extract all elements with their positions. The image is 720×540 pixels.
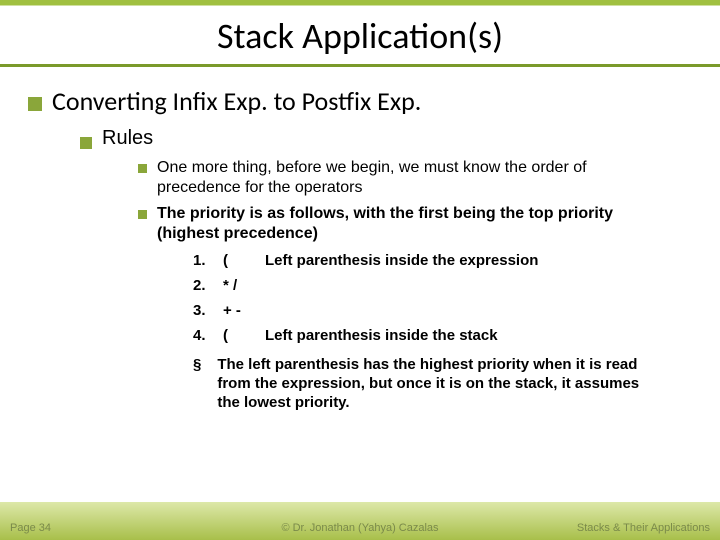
- prec-number: 4.: [193, 327, 219, 344]
- prec-description: [259, 284, 642, 288]
- square-bullet-icon: [138, 164, 147, 173]
- square-bullet-icon: [28, 97, 42, 111]
- footer-center: © Dr. Jonathan (Yahya) Cazalas: [0, 522, 720, 534]
- note-row: § The left parenthesis has the highest p…: [193, 356, 662, 412]
- precedence-row: 3. + -: [193, 300, 642, 321]
- precedence-row: 4. ( Left parenthesis inside the stack: [193, 325, 642, 346]
- point-row-1: One more thing, before we begin, we must…: [138, 158, 672, 198]
- square-bullet-icon: [138, 210, 147, 219]
- subheading-text: Rules: [102, 127, 153, 150]
- prec-description: Left parenthesis inside the stack: [259, 325, 642, 346]
- point-row-2: The priority is as follows, with the fir…: [138, 204, 672, 244]
- precedence-row: 2. * /: [193, 275, 642, 296]
- content-area: Converting Infix Exp. to Postfix Exp. Ru…: [0, 67, 720, 412]
- prec-symbol: + -: [219, 300, 259, 321]
- note-text: The left parenthesis has the highest pri…: [217, 356, 662, 412]
- heading-text: Converting Infix Exp. to Postfix Exp.: [52, 85, 421, 117]
- prec-number: 2.: [193, 277, 219, 294]
- heading-row: Converting Infix Exp. to Postfix Exp.: [28, 85, 692, 117]
- square-bullet-icon: [80, 137, 92, 149]
- subheading-row: Rules: [80, 127, 692, 150]
- footer: Page 34 © Dr. Jonathan (Yahya) Cazalas S…: [0, 522, 720, 534]
- prec-symbol: * /: [219, 275, 259, 296]
- point-2-text: The priority is as follows, with the fir…: [157, 204, 672, 244]
- prec-description: [259, 309, 642, 313]
- point-1-text: One more thing, before we begin, we must…: [157, 158, 672, 198]
- slide-title: Stack Application(s): [0, 0, 720, 64]
- prec-symbol: (: [219, 325, 259, 346]
- prec-symbol: (: [219, 250, 259, 271]
- precedence-list: 1. ( Left parenthesis inside the express…: [193, 250, 642, 346]
- prec-number: 3.: [193, 302, 219, 319]
- prec-description: Left parenthesis inside the expression: [259, 250, 642, 271]
- precedence-row: 1. ( Left parenthesis inside the express…: [193, 250, 642, 271]
- section-bullet-icon: §: [193, 356, 201, 375]
- prec-number: 1.: [193, 252, 219, 269]
